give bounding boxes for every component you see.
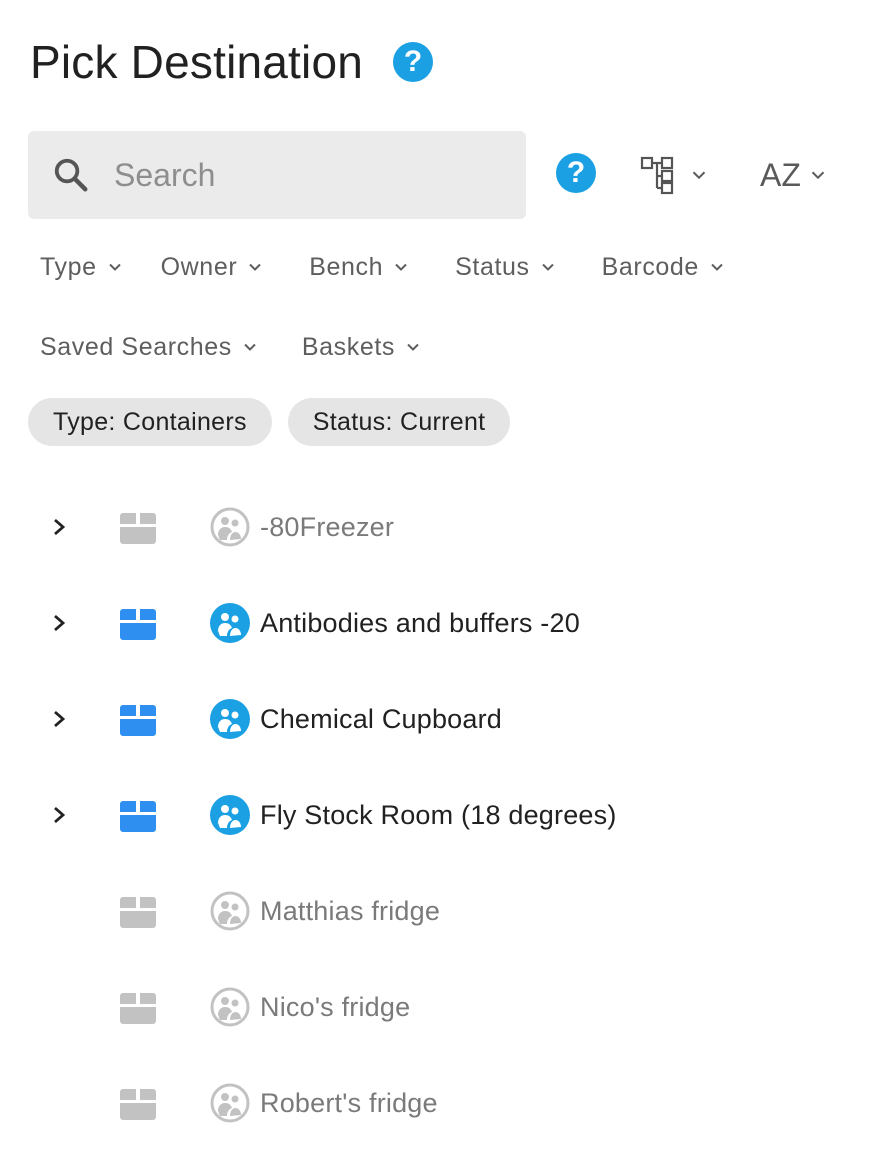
chevron-down-icon (244, 343, 256, 351)
chevron-down-icon (711, 263, 723, 271)
chevron-right-icon[interactable] (50, 707, 70, 731)
search-help-icon[interactable]: ? (556, 153, 596, 193)
shared-group-icon (210, 1083, 250, 1123)
filter-label: Saved Searches (40, 332, 232, 361)
row-label: Antibodies and buffers -20 (260, 607, 580, 638)
search-bar[interactable] (28, 131, 526, 219)
chevron-down-icon (811, 171, 825, 180)
filter-owner[interactable]: Owner (149, 245, 278, 289)
filter-baskets[interactable]: Baskets (290, 325, 435, 369)
chevron-down-icon (692, 171, 706, 180)
filter-status[interactable]: Status (443, 245, 569, 289)
chevron-down-icon (108, 263, 121, 271)
chevron-down-icon (407, 343, 419, 351)
tree-row[interactable]: Fly Stock Room (18 degrees) (0, 767, 884, 863)
chevron-down-icon (249, 263, 261, 271)
filter-barcode[interactable]: Barcode (590, 245, 739, 289)
container-icon (120, 801, 156, 832)
chevron-down-icon (541, 263, 554, 271)
search-icon (54, 158, 88, 192)
chip-type-filter[interactable]: Type: Containers (28, 398, 272, 446)
filter-bench[interactable]: Bench (297, 245, 423, 289)
search-input[interactable] (112, 155, 496, 195)
container-icon (120, 513, 156, 544)
hierarchy-icon (640, 156, 674, 195)
page-title: Pick Destination (30, 36, 364, 88)
filter-label: Type (40, 252, 97, 281)
container-icon (120, 993, 156, 1024)
tree-row[interactable]: Antibodies and buffers -20 (0, 575, 884, 671)
container-icon (120, 1089, 156, 1120)
tree-row[interactable]: Chemical Cupboard (0, 671, 884, 767)
shared-group-icon (210, 891, 250, 931)
shared-group-icon (210, 987, 250, 1027)
chevron-right-icon[interactable] (50, 611, 70, 635)
shared-group-icon (210, 603, 250, 643)
filter-label: Status (455, 252, 530, 281)
filter-type[interactable]: Type (28, 245, 137, 289)
row-label: Matthias fridge (260, 895, 441, 926)
row-label: Fly Stock Room (18 degrees) (260, 799, 617, 830)
filter-bar-secondary: Saved Searches Baskets (28, 325, 435, 369)
row-label: Chemical Cupboard (260, 703, 503, 734)
tree-row[interactable]: Robert's fridge (0, 1055, 884, 1151)
container-icon (120, 897, 156, 928)
tree-view-button[interactable] (640, 153, 710, 197)
container-icon (120, 705, 156, 736)
row-label: -80Freezer (260, 511, 395, 542)
filter-saved-searches[interactable]: Saved Searches (28, 325, 272, 369)
shared-group-icon (210, 507, 250, 547)
sort-button[interactable]: AZ (760, 153, 829, 197)
tree-row[interactable]: -80Freezer (0, 479, 884, 575)
active-filter-chips: Type: Containers Status: Current (28, 398, 511, 446)
filter-label: Owner (160, 252, 238, 281)
shared-group-icon (210, 699, 250, 739)
row-label: Nico's fridge (260, 991, 411, 1022)
chevron-right-icon[interactable] (50, 803, 70, 827)
row-label: Robert's fridge (260, 1087, 438, 1118)
chevron-down-icon (395, 263, 407, 271)
filter-label: Barcode (601, 252, 699, 281)
header: Pick Destination ? (30, 30, 434, 94)
chevron-right-icon[interactable] (50, 515, 70, 539)
shared-group-icon (210, 795, 250, 835)
tree-row[interactable]: Nico's fridge (0, 959, 884, 1055)
tree-row[interactable]: Matthias fridge (0, 863, 884, 959)
sort-label: AZ (760, 156, 801, 193)
filter-label: Bench (309, 252, 384, 281)
container-icon (120, 609, 156, 640)
help-icon[interactable]: ? (393, 42, 434, 82)
chip-status-filter[interactable]: Status: Current (287, 398, 511, 446)
filter-bar: Type Owner Bench Status Barcode (28, 245, 739, 289)
filter-label: Baskets (301, 332, 395, 361)
